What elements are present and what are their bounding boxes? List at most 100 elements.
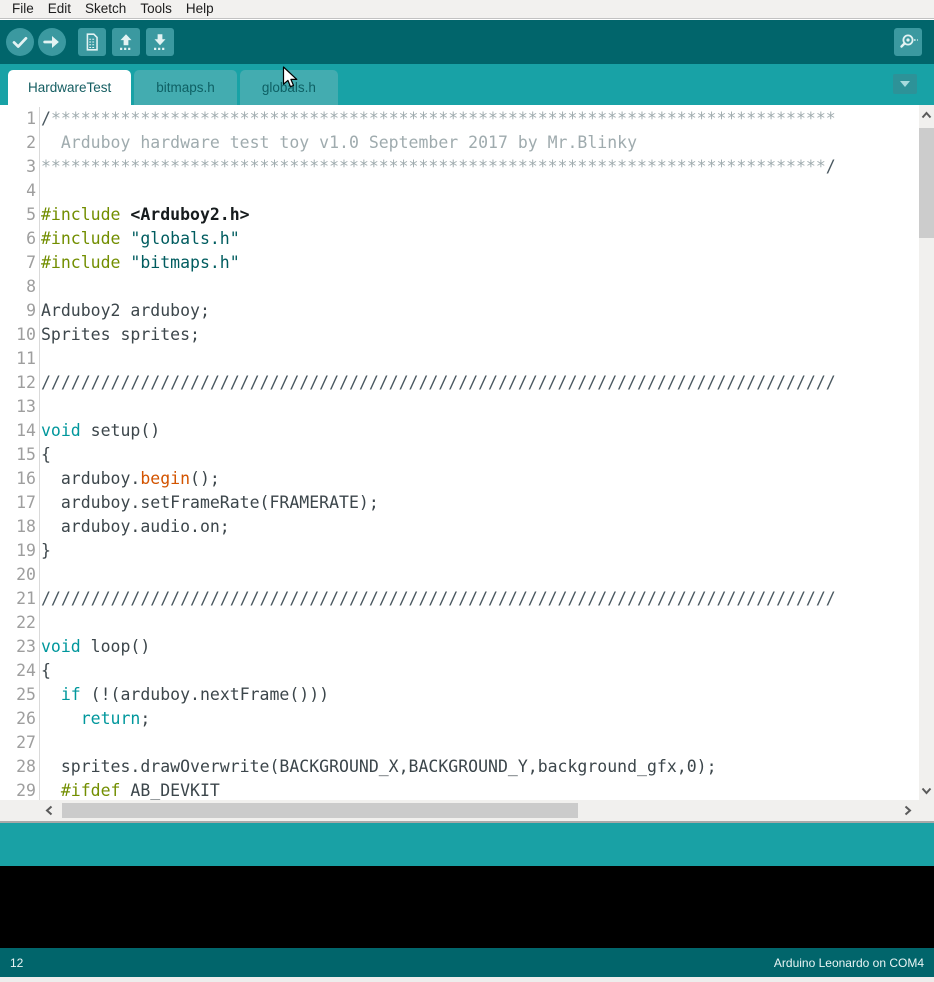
code-text: } [39, 539, 51, 563]
code-text: void setup() [39, 419, 160, 443]
code-token: { [41, 661, 51, 680]
tab-globals-h[interactable]: globals.h [240, 70, 338, 105]
line-number: 26 [0, 707, 36, 731]
scroll-up-icon[interactable] [920, 110, 933, 120]
open-button[interactable] [112, 28, 140, 56]
line-number: 3 [0, 155, 36, 179]
code-token: AB_DEVKIT [120, 781, 219, 800]
code-token [41, 709, 81, 728]
code-line: 29 #ifdef AB_DEVKIT [0, 779, 919, 800]
code-line: 15{ [0, 443, 919, 467]
code-line: 25 if (!(arduboy.nextFrame())) [0, 683, 919, 707]
scroll-right-icon[interactable] [903, 804, 913, 817]
line-number: 19 [0, 539, 36, 563]
code-token: "bitmaps.h" [130, 253, 239, 272]
code-text: arduboy.audio.on; [39, 515, 230, 539]
line-number: 2 [0, 131, 36, 155]
code-token: return [81, 709, 141, 728]
arrow-right-icon [41, 31, 63, 53]
code-token: (); [190, 469, 220, 488]
code-token: void [41, 421, 81, 440]
horizontal-scrollbar[interactable] [0, 800, 934, 821]
horizontal-scrollbar-thumb[interactable] [62, 803, 578, 818]
code-token: ; [140, 709, 150, 728]
bottom-edge-strip [0, 977, 934, 982]
code-line: 26 return; [0, 707, 919, 731]
upload-button[interactable] [38, 28, 66, 56]
save-button[interactable] [146, 28, 174, 56]
code-line: 1/**************************************… [0, 107, 919, 131]
code-token [41, 685, 61, 704]
code-token: #include [41, 253, 130, 272]
code-token: / [826, 157, 836, 176]
status-message-strip [0, 823, 934, 866]
code-token: #include [41, 229, 130, 248]
code-line: 16 arduboy.begin(); [0, 467, 919, 491]
code-text: Sprites sprites; [39, 323, 200, 347]
menu-sketch[interactable]: Sketch [78, 0, 133, 18]
code-token: arduboy. [41, 469, 140, 488]
code-text: { [39, 659, 51, 683]
line-number: 28 [0, 755, 36, 779]
scroll-down-icon[interactable] [920, 786, 933, 796]
code-token: arduboy.audio.on; [41, 517, 230, 536]
line-number: 14 [0, 419, 36, 443]
tab-label: bitmaps.h [156, 80, 215, 95]
line-number: 24 [0, 659, 36, 683]
code-text: Arduboy hardware test toy v1.0 September… [39, 131, 637, 155]
code-line: 28 sprites.drawOverwrite(BACKGROUND_X,BA… [0, 755, 919, 779]
code-token: } [41, 541, 51, 560]
new-sketch-button[interactable] [78, 28, 106, 56]
serial-monitor-button[interactable] [894, 28, 922, 56]
menu-tools[interactable]: Tools [133, 0, 179, 18]
code-token: / [41, 109, 51, 128]
line-number: 22 [0, 611, 36, 635]
code-text: return; [39, 707, 150, 731]
code-line: 4 [0, 179, 919, 203]
line-number: 23 [0, 635, 36, 659]
code-token [41, 781, 61, 800]
code-token: ****************************************… [41, 157, 826, 176]
code-line: 22 [0, 611, 919, 635]
code-text [39, 611, 41, 635]
line-number: 21 [0, 587, 36, 611]
code-line: 3 ***************************************… [0, 155, 919, 179]
code-lines: 1/**************************************… [0, 107, 919, 800]
line-number: 8 [0, 275, 36, 299]
code-editor[interactable]: 1/**************************************… [0, 105, 934, 800]
code-text: #ifdef AB_DEVKIT [39, 779, 220, 800]
tab-bitmaps-h[interactable]: bitmaps.h [134, 70, 237, 105]
toolbar [0, 20, 934, 64]
code-line: 7#include "bitmaps.h" [0, 251, 919, 275]
menu-edit[interactable]: Edit [41, 0, 78, 18]
code-line: 24 { [0, 659, 919, 683]
vertical-scrollbar[interactable] [919, 105, 934, 800]
vertical-scrollbar-thumb[interactable] [919, 128, 934, 238]
code-line: 17 arduboy.setFrameRate(FRAMERATE); [0, 491, 919, 515]
tab-hardwaretest[interactable]: HardwareTest [8, 70, 131, 105]
check-icon [9, 31, 31, 53]
code-token: arduboy.setFrameRate(FRAMERATE); [41, 493, 379, 512]
code-token: Arduboy hardware test toy v1.0 September… [41, 133, 637, 152]
code-token: if [61, 685, 81, 704]
code-line: 6#include "globals.h" [0, 227, 919, 251]
verify-button[interactable] [6, 28, 34, 56]
code-text: ////////////////////////////////////////… [39, 587, 836, 611]
line-number: 17 [0, 491, 36, 515]
menu-file[interactable]: File [5, 0, 41, 18]
menu-help[interactable]: Help [179, 0, 221, 18]
code-token: <Arduboy2.h> [130, 205, 249, 224]
scroll-left-icon[interactable] [44, 804, 54, 817]
line-number: 25 [0, 683, 36, 707]
code-text: #include <Arduboy2.h> [39, 203, 250, 227]
code-token: ////////////////////////////////////////… [41, 589, 836, 608]
code-text [39, 347, 41, 371]
code-token: void [41, 637, 81, 656]
arduino-ide-window: FileEditSketchToolsHelp [0, 0, 934, 982]
tab-dropdown-button[interactable] [893, 74, 917, 94]
code-line: 11 [0, 347, 919, 371]
code-line: 20 [0, 563, 919, 587]
line-number: 18 [0, 515, 36, 539]
code-line: 9Arduboy2 arduboy; [0, 299, 919, 323]
code-token: Sprites sprites; [41, 325, 200, 344]
